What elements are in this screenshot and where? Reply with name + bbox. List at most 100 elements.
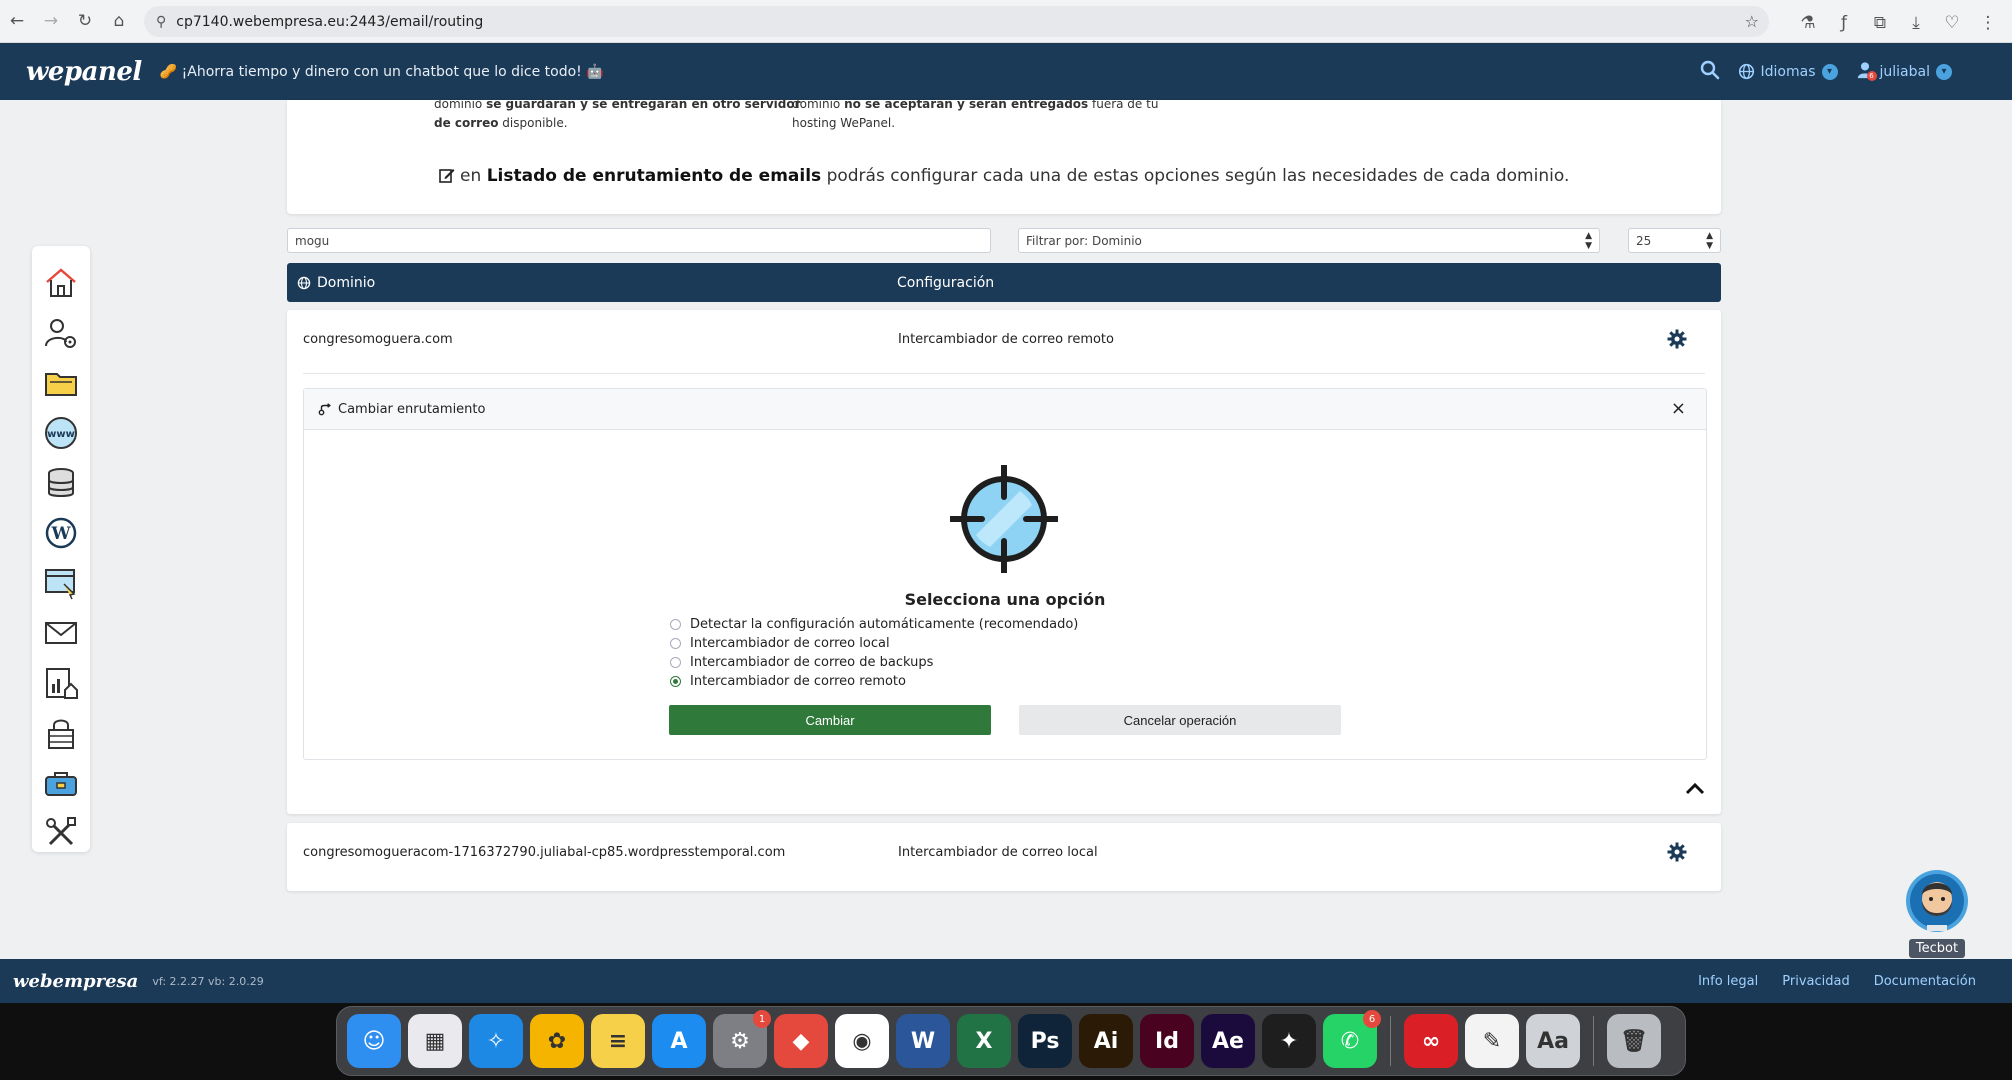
home-icon[interactable]: ⌂ <box>102 4 136 38</box>
option-label: Intercambiador de correo remoto <box>690 674 906 689</box>
option-local[interactable]: Intercambiador de correo local <box>670 634 1078 653</box>
dock-launchpad-icon[interactable]: ▦ <box>408 1014 462 1068</box>
address-bar[interactable]: ⚲ cp7140.webempresa.eu:2443/email/routin… <box>144 6 1769 37</box>
mail-icon[interactable] <box>44 616 78 650</box>
languages-menu[interactable]: Idiomas ▾ <box>1738 63 1838 80</box>
option-remote[interactable]: Intercambiador de correo remoto <box>670 672 1078 691</box>
domain-search-value: mogu <box>295 233 330 248</box>
footer-link-legal[interactable]: Info legal <box>1698 974 1758 989</box>
user-menu[interactable]: 6 juliabal ▾ <box>1856 61 1952 83</box>
routing-table-header: Dominio Configuración <box>287 263 1721 302</box>
dock-figma-icon[interactable]: ✦ <box>1262 1014 1316 1068</box>
chevron-down-icon: ▾ <box>1821 63 1838 80</box>
option-auto-detect[interactable]: Detectar la configuración automáticament… <box>670 615 1078 634</box>
routing-info-card: dominio se guardarán y se entregarán en … <box>287 97 1721 214</box>
dock-notes-icon[interactable]: ≡ <box>591 1014 645 1068</box>
web-builder-icon[interactable] <box>44 566 78 600</box>
tools-icon[interactable] <box>44 816 78 850</box>
info-text: disponible. <box>498 116 568 130</box>
user-settings-icon[interactable] <box>44 316 78 350</box>
stats-icon[interactable] <box>44 666 78 700</box>
dock-app-store-icon[interactable]: A <box>652 1014 706 1068</box>
radio-local[interactable] <box>670 638 681 649</box>
cancel-operation-button[interactable]: Cancelar operación <box>1019 705 1341 735</box>
row-divider <box>303 373 1705 374</box>
dock-word-icon[interactable]: W <box>896 1014 950 1068</box>
www-globe-icon[interactable]: www <box>44 416 78 450</box>
gear-icon[interactable] <box>1667 329 1687 353</box>
radio-auto-detect[interactable] <box>670 619 681 630</box>
browser-toolbar: ← → ↻ ⌂ ⚲ cp7140.webempresa.eu:2443/emai… <box>0 0 2012 43</box>
webempresa-logo[interactable]: webempresa <box>13 971 138 992</box>
folder-icon[interactable] <box>44 366 78 400</box>
dock-photoshop-icon[interactable]: Ps <box>1018 1014 1072 1068</box>
languages-label: Idiomas <box>1760 63 1816 80</box>
routing-icon <box>318 402 332 416</box>
security-lock-icon[interactable] <box>44 716 78 750</box>
dock-chrome-icon[interactable]: ◉ <box>835 1014 889 1068</box>
wordpress-icon[interactable]: W <box>44 516 78 550</box>
chevron-down-icon: ▾ <box>1936 63 1952 80</box>
wepanel-logo[interactable]: wepanel <box>26 57 142 87</box>
info-text: dominio <box>792 97 845 111</box>
dock-creative-cloud-icon[interactable]: ∞ <box>1404 1014 1458 1068</box>
site-settings-icon[interactable]: ⚲ <box>156 14 166 30</box>
dock-finder-icon[interactable]: ☺ <box>347 1014 401 1068</box>
radio-remote[interactable] <box>670 676 681 687</box>
tecbot-chat-launcher[interactable]: Tecbot <box>1905 869 1969 958</box>
search-icon[interactable] <box>1700 60 1720 84</box>
select-arrows-icon: ▲ ▼ <box>1585 230 1592 251</box>
info-text: dominio <box>434 97 487 111</box>
chevron-up-icon[interactable] <box>1685 780 1705 799</box>
dock-illustrator-icon[interactable]: Ai <box>1079 1014 1133 1068</box>
dock-safari-icon[interactable]: ✧ <box>469 1014 523 1068</box>
dock-separator <box>1390 1016 1391 1066</box>
extension-2-icon[interactable]: ƒ <box>1828 6 1860 40</box>
promo-banner[interactable]: 🥜 ¡Ahorra tiempo y dinero con un chatbot… <box>160 64 604 80</box>
macos-dock: ☺ ▦ ✧ ✿ ≡ A ⚙ 1 ◆ ◉ W X Ps Ai Id Ae ✦ ✆ 6 ∞ ✎ Aa 🗑 <box>336 1006 1686 1076</box>
shield-icon[interactable]: ♡ <box>1936 6 1968 40</box>
dock-trash-icon[interactable]: 🗑 <box>1607 1014 1661 1068</box>
database-icon[interactable] <box>44 466 78 500</box>
kebab-menu-icon[interactable]: ⋮ <box>1972 6 2004 40</box>
toolbox-icon[interactable] <box>44 766 78 800</box>
dock-anydesk-icon[interactable]: ◆ <box>774 1014 828 1068</box>
dock-badge: 6 <box>1363 1010 1381 1028</box>
change-routing-panel: Cambiar enrutamiento × Selecciona una op… <box>303 388 1707 760</box>
per-page-select[interactable]: 25 ▲ ▼ <box>1628 228 1721 253</box>
bookmark-star-icon[interactable]: ☆ <box>1745 12 1759 31</box>
tecbot-avatar-icon <box>1905 870 1969 937</box>
extensions-puzzle-icon[interactable]: ⧉ <box>1864 6 1896 40</box>
footer-link-privacy[interactable]: Privacidad <box>1782 974 1849 989</box>
extension-icon[interactable]: ⚗ <box>1792 6 1824 40</box>
download-icon[interactable]: ⤓ <box>1900 6 1932 40</box>
dock-whatsapp-icon[interactable]: ✆ 6 <box>1323 1010 1381 1068</box>
target-icon <box>947 462 1061 577</box>
info-note-bold: Listado de enrutamiento de emails <box>486 166 822 186</box>
dock-system-settings-icon[interactable]: ⚙ 1 <box>713 1010 771 1068</box>
domain-search-input[interactable]: mogu <box>287 228 991 253</box>
dock-font-book-icon[interactable]: Aa <box>1526 1014 1580 1068</box>
back-icon[interactable]: ← <box>0 4 34 38</box>
info-remote-description: dominio se guardarán y se entregarán en … <box>434 95 801 133</box>
dock-photos-icon[interactable]: ✿ <box>530 1014 584 1068</box>
info-note: en Listado de enrutamiento de emails pod… <box>287 166 1721 186</box>
dock-indesign-icon[interactable]: Id <box>1140 1014 1194 1068</box>
dock-textedit-icon[interactable]: ✎ <box>1465 1014 1519 1068</box>
option-backups[interactable]: Intercambiador de correo de backups <box>670 653 1078 672</box>
gear-icon[interactable] <box>1667 842 1687 866</box>
change-button[interactable]: Cambiar <box>669 705 991 735</box>
reload-icon[interactable]: ↻ <box>68 4 102 38</box>
footer: webempresa vf: 2.2.27 vb: 2.0.29 Info le… <box>0 959 2012 1003</box>
user-name: juliabal <box>1879 63 1930 80</box>
home-icon[interactable] <box>44 266 78 300</box>
radio-backups[interactable] <box>670 657 681 668</box>
edit-icon <box>438 166 460 186</box>
dock-excel-icon[interactable]: X <box>957 1014 1011 1068</box>
filter-by-select[interactable]: Filtrar por: Dominio ▲ ▼ <box>1018 228 1600 253</box>
forward-icon[interactable]: → <box>34 4 68 38</box>
sidebar: www W <box>32 246 90 852</box>
dock-after-effects-icon[interactable]: Ae <box>1201 1014 1255 1068</box>
close-icon[interactable]: × <box>1671 398 1686 419</box>
footer-link-docs[interactable]: Documentación <box>1874 974 1976 989</box>
